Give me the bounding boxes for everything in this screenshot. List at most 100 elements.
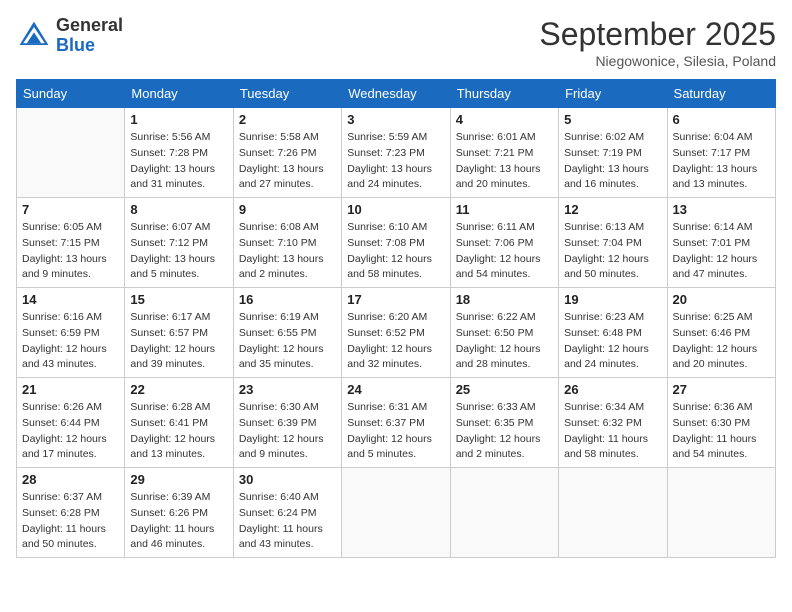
day-info: Sunrise: 6:08 AMSunset: 7:10 PMDaylight:… (239, 220, 336, 283)
day-number: 21 (22, 382, 119, 397)
day-number: 17 (347, 292, 444, 307)
day-info: Sunrise: 6:07 AMSunset: 7:12 PMDaylight:… (130, 220, 227, 283)
sunset-text: Sunset: 6:59 PM (22, 326, 119, 342)
calendar-cell: 3 Sunrise: 5:59 AMSunset: 7:23 PMDaylight… (342, 108, 450, 198)
calendar-cell: 2 Sunrise: 5:58 AMSunset: 7:26 PMDaylight… (233, 108, 341, 198)
sunset-text: Sunset: 6:48 PM (564, 326, 661, 342)
sunset-text: Sunset: 6:32 PM (564, 416, 661, 432)
calendar-cell: 24 Sunrise: 6:31 AMSunset: 6:37 PMDayligh… (342, 378, 450, 468)
sunset-text: Sunset: 7:17 PM (673, 146, 770, 162)
daylight-text: Daylight: 12 hours and 50 minutes. (564, 252, 661, 284)
day-header-monday: Monday (125, 80, 233, 108)
day-number: 24 (347, 382, 444, 397)
daylight-text: Daylight: 12 hours and 17 minutes. (22, 432, 119, 464)
calendar-cell: 10Sunrise: 6:10 AMSunset: 7:08 PMDayligh… (342, 198, 450, 288)
sunrise-text: Sunrise: 6:37 AM (22, 490, 119, 506)
day-number: 6 (673, 112, 770, 127)
daylight-text: Daylight: 13 hours and 16 minutes. (564, 162, 661, 194)
sunrise-text: Sunrise: 6:05 AM (22, 220, 119, 236)
day-info: Sunrise: 6:30 AMSunset: 6:39 PMDaylight:… (239, 400, 336, 463)
day-info: Sunrise: 6:37 AMSunset: 6:28 PMDaylight:… (22, 490, 119, 553)
sunset-text: Sunset: 6:37 PM (347, 416, 444, 432)
sunrise-text: Sunrise: 6:02 AM (564, 130, 661, 146)
day-info: Sunrise: 6:05 AMSunset: 7:15 PMDaylight:… (22, 220, 119, 283)
sunrise-text: Sunrise: 6:01 AM (456, 130, 553, 146)
daylight-text: Daylight: 12 hours and 24 minutes. (564, 342, 661, 374)
day-number: 23 (239, 382, 336, 397)
day-info: Sunrise: 6:22 AMSunset: 6:50 PMDaylight:… (456, 310, 553, 373)
day-number: 18 (456, 292, 553, 307)
sunrise-text: Sunrise: 6:19 AM (239, 310, 336, 326)
sunrise-text: Sunrise: 5:56 AM (130, 130, 227, 146)
calendar-cell: 22Sunrise: 6:28 AMSunset: 6:41 PMDayligh… (125, 378, 233, 468)
sunset-text: Sunset: 6:24 PM (239, 506, 336, 522)
sunset-text: Sunset: 7:08 PM (347, 236, 444, 252)
calendar-cell (342, 468, 450, 558)
sunset-text: Sunset: 7:26 PM (239, 146, 336, 162)
calendar-cell: 19Sunrise: 6:23 AMSunset: 6:48 PMDayligh… (559, 288, 667, 378)
day-info: Sunrise: 6:31 AMSunset: 6:37 PMDaylight:… (347, 400, 444, 463)
day-info: Sunrise: 5:59 AMSunset: 7:23 PMDaylight:… (347, 130, 444, 193)
sunrise-text: Sunrise: 6:10 AM (347, 220, 444, 236)
day-info: Sunrise: 6:40 AMSunset: 6:24 PMDaylight:… (239, 490, 336, 553)
day-info: Sunrise: 6:20 AMSunset: 6:52 PMDaylight:… (347, 310, 444, 373)
sunrise-text: Sunrise: 5:59 AM (347, 130, 444, 146)
daylight-text: Daylight: 12 hours and 39 minutes. (130, 342, 227, 374)
calendar-cell: 27Sunrise: 6:36 AMSunset: 6:30 PMDayligh… (667, 378, 775, 468)
sunrise-text: Sunrise: 6:25 AM (673, 310, 770, 326)
sunrise-text: Sunrise: 6:31 AM (347, 400, 444, 416)
daylight-text: Daylight: 12 hours and 13 minutes. (130, 432, 227, 464)
calendar-cell: 9 Sunrise: 6:08 AMSunset: 7:10 PMDaylight… (233, 198, 341, 288)
daylight-text: Daylight: 12 hours and 35 minutes. (239, 342, 336, 374)
day-number: 7 (22, 202, 119, 217)
day-info: Sunrise: 6:10 AMSunset: 7:08 PMDaylight:… (347, 220, 444, 283)
sunset-text: Sunset: 6:44 PM (22, 416, 119, 432)
sunrise-text: Sunrise: 6:33 AM (456, 400, 553, 416)
daylight-text: Daylight: 13 hours and 5 minutes. (130, 252, 227, 284)
day-number: 19 (564, 292, 661, 307)
daylight-text: Daylight: 12 hours and 43 minutes. (22, 342, 119, 374)
calendar-week-row: 21Sunrise: 6:26 AMSunset: 6:44 PMDayligh… (17, 378, 776, 468)
sunrise-text: Sunrise: 6:11 AM (456, 220, 553, 236)
calendar-cell: 5Sunrise: 6:02 AMSunset: 7:19 PMDaylight… (559, 108, 667, 198)
sunset-text: Sunset: 7:15 PM (22, 236, 119, 252)
day-header-wednesday: Wednesday (342, 80, 450, 108)
calendar-cell: 23 Sunrise: 6:30 AMSunset: 6:39 PMDayligh… (233, 378, 341, 468)
daylight-text: Daylight: 12 hours and 9 minutes. (239, 432, 336, 464)
day-info: Sunrise: 6:19 AMSunset: 6:55 PMDaylight:… (239, 310, 336, 373)
calendar-cell: 1Sunrise: 5:56 AMSunset: 7:28 PMDaylight… (125, 108, 233, 198)
day-info: Sunrise: 5:58 AMSunset: 7:26 PMDaylight:… (239, 130, 336, 193)
calendar-cell: 15 Sunrise: 6:17 AMSunset: 6:57 PMDayligh… (125, 288, 233, 378)
sunset-text: Sunset: 6:50 PM (456, 326, 553, 342)
daylight-text: Daylight: 12 hours and 2 minutes. (456, 432, 553, 464)
calendar-cell: 6Sunrise: 6:04 AMSunset: 7:17 PMDaylight… (667, 108, 775, 198)
sunset-text: Sunset: 6:57 PM (130, 326, 227, 342)
calendar-cell (450, 468, 558, 558)
day-number: 3 (347, 112, 444, 127)
daylight-text: Daylight: 13 hours and 31 minutes. (130, 162, 227, 194)
day-number: 9 (239, 202, 336, 217)
day-info: Sunrise: 6:17 AMSunset: 6:57 PMDaylight:… (130, 310, 227, 373)
day-info: Sunrise: 6:02 AMSunset: 7:19 PMDaylight:… (564, 130, 661, 193)
calendar-cell (667, 468, 775, 558)
logo-blue-text: Blue (56, 36, 123, 56)
day-header-saturday: Saturday (667, 80, 775, 108)
sunset-text: Sunset: 6:30 PM (673, 416, 770, 432)
day-info: Sunrise: 6:25 AMSunset: 6:46 PMDaylight:… (673, 310, 770, 373)
day-number: 14 (22, 292, 119, 307)
sunset-text: Sunset: 6:26 PM (130, 506, 227, 522)
day-number: 15 (130, 292, 227, 307)
day-number: 2 (239, 112, 336, 127)
day-info: Sunrise: 6:11 AMSunset: 7:06 PMDaylight:… (456, 220, 553, 283)
day-info: Sunrise: 5:56 AMSunset: 7:28 PMDaylight:… (130, 130, 227, 193)
sunrise-text: Sunrise: 6:39 AM (130, 490, 227, 506)
sunrise-text: Sunrise: 6:22 AM (456, 310, 553, 326)
calendar-cell: 21 Sunrise: 6:26 AMSunset: 6:44 PMDayligh… (17, 378, 125, 468)
calendar-cell: 30Sunrise: 6:40 AMSunset: 6:24 PMDayligh… (233, 468, 341, 558)
daylight-text: Daylight: 13 hours and 9 minutes. (22, 252, 119, 284)
sunrise-text: Sunrise: 6:26 AM (22, 400, 119, 416)
sunset-text: Sunset: 7:21 PM (456, 146, 553, 162)
sunset-text: Sunset: 6:28 PM (22, 506, 119, 522)
day-info: Sunrise: 6:14 AMSunset: 7:01 PMDaylight:… (673, 220, 770, 283)
sunrise-text: Sunrise: 6:04 AM (673, 130, 770, 146)
